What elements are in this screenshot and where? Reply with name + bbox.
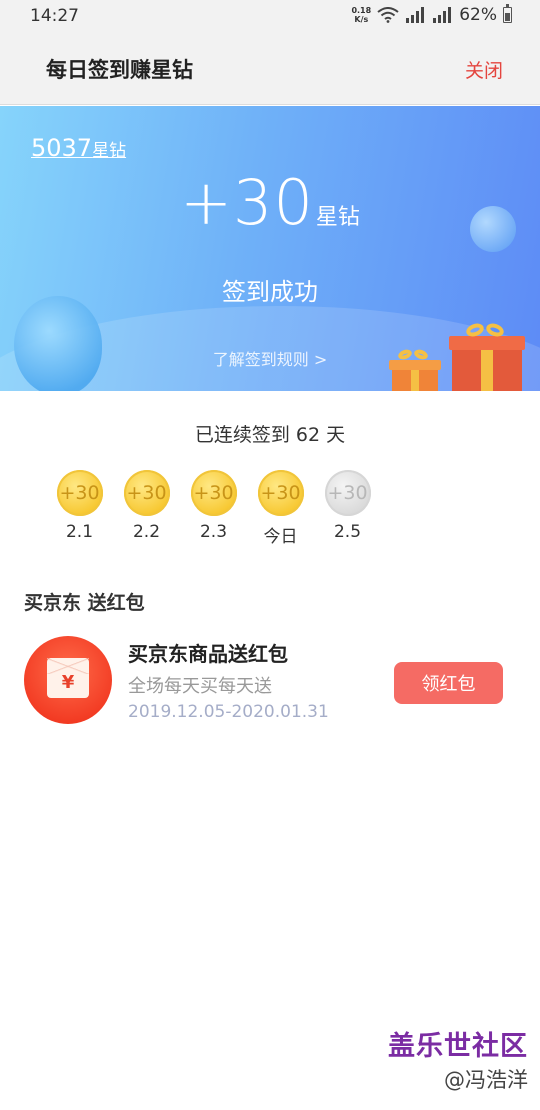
header-bar: 每日签到赚星钻 关闭 <box>0 32 540 105</box>
coin-icon: +30 <box>123 470 170 516</box>
coin-icon: +30 <box>190 470 237 516</box>
watermark-site: 盖乐世社区 <box>388 1031 528 1062</box>
checkin-days-row: +30 2.1 +30 2.2 +30 2.3 +30 今日 +30 2.5 <box>46 470 381 547</box>
yen-symbol: ¥ <box>61 672 75 693</box>
gain-unit: 星钻 <box>315 205 360 230</box>
checkin-day: +30 2.2 <box>113 470 180 547</box>
battery-icon <box>503 4 512 23</box>
claim-red-packet-button[interactable]: 领红包 <box>394 662 503 704</box>
coin-icon: +30 <box>56 470 103 516</box>
day-label: 2.5 <box>333 522 362 542</box>
promo-section-title: 买京东 送红包 <box>24 592 145 614</box>
signal-4g-icon <box>433 7 452 23</box>
gift-box-icon <box>389 347 441 391</box>
balloon-decoration <box>14 296 102 391</box>
checkin-banner: 5037星钻 +30星钻 签到成功 了解签到规则 > <box>0 106 540 391</box>
checkin-day-upcoming: +30 2.5 <box>314 470 381 547</box>
promo-item: ¥ 买京东商品送红包 全场每天买每天送 2019.12.05-2020.01.3… <box>24 636 516 726</box>
network-speed-value: 0.18 <box>351 6 372 15</box>
status-indicators: 0.18 K/s 62% <box>351 4 512 25</box>
status-bar: 14:27 0.18 K/s 62% <box>0 0 540 32</box>
network-speed: 0.18 K/s <box>351 6 371 24</box>
promo-title: 买京东商品送红包 <box>128 642 288 666</box>
promo-subtitle: 全场每天买每天送 <box>128 676 272 697</box>
battery-percent: 62% <box>459 5 497 25</box>
gain-amount: +30星钻 <box>0 166 540 239</box>
page-title: 每日签到赚星钻 <box>46 58 193 82</box>
checkin-day-today: +30 今日 <box>247 470 314 547</box>
checkin-status-text: 签到成功 <box>222 278 318 306</box>
day-label: 2.2 <box>132 522 161 542</box>
coin-icon: +30 <box>324 470 371 516</box>
network-speed-unit: K/s <box>354 15 369 24</box>
signal-icon <box>406 7 425 23</box>
checkin-streak-text: 已连续签到 62 天 <box>194 424 346 446</box>
promo-date-range: 2019.12.05-2020.01.31 <box>128 702 329 722</box>
checkin-day: +30 2.1 <box>46 470 113 547</box>
day-label: 今日 <box>263 527 298 547</box>
close-button[interactable]: 关闭 <box>465 56 503 83</box>
watermark-author: @冯浩洋 <box>444 1068 528 1092</box>
checkin-day: +30 2.3 <box>180 470 247 547</box>
gift-box-icon <box>449 321 525 391</box>
red-envelope-icon: ¥ <box>24 636 112 724</box>
balance-value: 5037 <box>31 134 93 162</box>
wifi-icon <box>377 7 399 23</box>
coin-icon: +30 <box>257 470 304 516</box>
gain-value: +30 <box>180 166 314 239</box>
day-label: 2.3 <box>199 522 228 542</box>
envelope-shape: ¥ <box>47 658 89 698</box>
star-diamond-balance-link[interactable]: 5037星钻 <box>31 134 126 162</box>
day-label: 2.1 <box>65 522 94 542</box>
balance-unit: 星钻 <box>92 141 127 161</box>
status-time: 14:27 <box>30 6 79 26</box>
